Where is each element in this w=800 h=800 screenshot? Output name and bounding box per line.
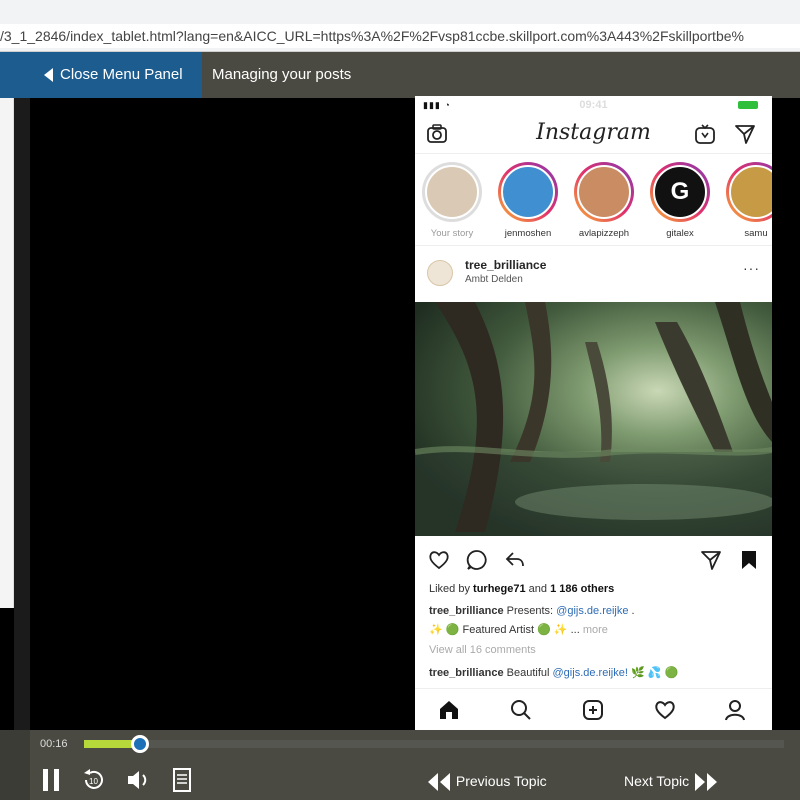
story-ring [498, 162, 558, 222]
likes-mid: and [525, 583, 551, 595]
view-all-comments-link[interactable]: View all 16 comments [429, 644, 536, 656]
player-controls: 00:16 10 Previous Topic Next Topic [0, 730, 800, 800]
previous-topic-label: Previous Topic [455, 773, 547, 789]
forest-photo [415, 302, 772, 536]
avatar [577, 165, 631, 219]
post-header: tree_brilliance Ambt Delden ··· [415, 246, 772, 300]
next-topic-label: Next Topic [624, 773, 690, 789]
elapsed-time: 00:16 [40, 738, 68, 750]
transcript-icon[interactable] [168, 766, 196, 794]
story-item[interactable]: Your story [419, 162, 485, 239]
story-ring: G [650, 162, 710, 222]
caption-more-link[interactable]: more [583, 624, 608, 636]
story-name: gitalex [666, 228, 694, 239]
likes-count[interactable]: 1 186 others [550, 583, 614, 595]
caption-text: Presents: [503, 605, 557, 617]
menu-panel[interactable] [0, 98, 14, 608]
story-item[interactable]: jenmoshen [495, 162, 561, 239]
story-name: avlapizzeph [578, 228, 630, 239]
post-actions [415, 542, 772, 578]
comment-username[interactable]: tree_brilliance [429, 667, 504, 679]
heart-icon[interactable] [427, 548, 451, 572]
post-caption: tree_brilliance Presents: @gijs.de.reijk… [429, 605, 635, 617]
caption-mention[interactable]: @gijs.de.reijke [556, 605, 628, 617]
likes-user[interactable]: turhege71 [473, 583, 526, 595]
comment-end: 🌿 💦 🟢 [627, 667, 679, 679]
replay-10-icon[interactable]: 10 [80, 766, 108, 794]
story-ring [422, 162, 482, 222]
stories-tray: Your story jenmoshen avlapizzeph G gital… [415, 154, 772, 246]
battery-icon [738, 101, 758, 109]
profile-icon[interactable] [723, 698, 747, 722]
previous-icon [428, 773, 450, 792]
instagram-tab-bar [415, 688, 772, 730]
home-icon[interactable] [437, 698, 461, 722]
volume-icon[interactable] [124, 766, 152, 794]
direct-icon[interactable] [733, 122, 757, 146]
post-image[interactable] [415, 302, 772, 536]
course-topbar: Close Menu Panel Managing your posts [0, 52, 800, 98]
more-options-icon[interactable]: ··· [743, 260, 760, 276]
post-caption-line2: ✨ 🟢 Featured Artist 🟢 ✨ ... more [429, 623, 608, 636]
likes-text: Liked by turhege71 and 1 186 others [429, 583, 614, 595]
story-ring [726, 162, 772, 222]
avatar [501, 165, 555, 219]
story-name: jenmoshen [504, 228, 552, 239]
browser-toolbar: /3_1_2846/index_tablet.html?lang=en&AICC… [0, 0, 800, 52]
post-location[interactable]: Ambt Delden [465, 274, 523, 285]
previous-topic-button[interactable]: Previous Topic [426, 768, 547, 794]
post-username[interactable]: tree_brilliance [465, 258, 546, 272]
avatar [729, 165, 772, 219]
phone-screen: ▮▮▮ ◔ 09:41 Instagram Your story jenmosh… [415, 96, 772, 730]
instagram-header: Instagram [415, 114, 772, 154]
story-item[interactable]: avlapizzeph [571, 162, 637, 239]
likes-prefix: Liked by [429, 583, 474, 595]
status-time: 09:41 [579, 99, 608, 111]
next-icon [695, 773, 717, 792]
igtv-icon[interactable] [693, 122, 717, 146]
close-menu-panel-button[interactable]: Close Menu Panel [0, 52, 202, 98]
story-name: samu [744, 228, 768, 239]
progress-bar[interactable] [84, 735, 784, 753]
caption-line2-text: ✨ 🟢 Featured Artist 🟢 ✨ ... [429, 624, 580, 636]
progress-knob[interactable] [131, 735, 149, 753]
topic-title: Managing your posts [212, 66, 352, 83]
caption-end: . [628, 605, 635, 617]
comment-row: tree_brilliance Beautiful @gijs.de.reijk… [429, 666, 678, 679]
comment-icon[interactable] [465, 548, 489, 572]
comment-mention[interactable]: @gijs.de.reijke! [553, 667, 628, 679]
svg-text:10: 10 [89, 777, 98, 786]
comment-text: Beautiful [503, 667, 553, 679]
chevron-left-icon [44, 68, 53, 82]
story-ring [574, 162, 634, 222]
story-name: Your story [430, 228, 474, 239]
share-icon[interactable] [503, 548, 527, 572]
panel-divider [14, 98, 30, 730]
avatar: G [653, 165, 707, 219]
save-icon[interactable] [737, 548, 761, 572]
phone-status-bar: ▮▮▮ ◔ 09:41 [415, 96, 772, 114]
address-bar[interactable]: /3_1_2846/index_tablet.html?lang=en&AICC… [0, 24, 800, 48]
caption-username[interactable]: tree_brilliance [429, 605, 504, 617]
activity-icon[interactable] [653, 698, 677, 722]
pause-icon[interactable] [38, 766, 66, 794]
instagram-logo: Instagram [536, 120, 651, 145]
story-item[interactable]: G gitalex [647, 162, 713, 239]
avatar [425, 165, 479, 219]
close-menu-label: Close Menu Panel [60, 66, 183, 83]
avatar[interactable] [427, 260, 453, 286]
controls-left-gutter [0, 730, 30, 800]
next-topic-button[interactable]: Next Topic [624, 768, 719, 794]
add-post-icon[interactable] [581, 698, 605, 722]
story-item[interactable]: samu [723, 162, 772, 239]
direct-share-icon[interactable] [699, 548, 723, 572]
search-icon[interactable] [509, 698, 533, 722]
